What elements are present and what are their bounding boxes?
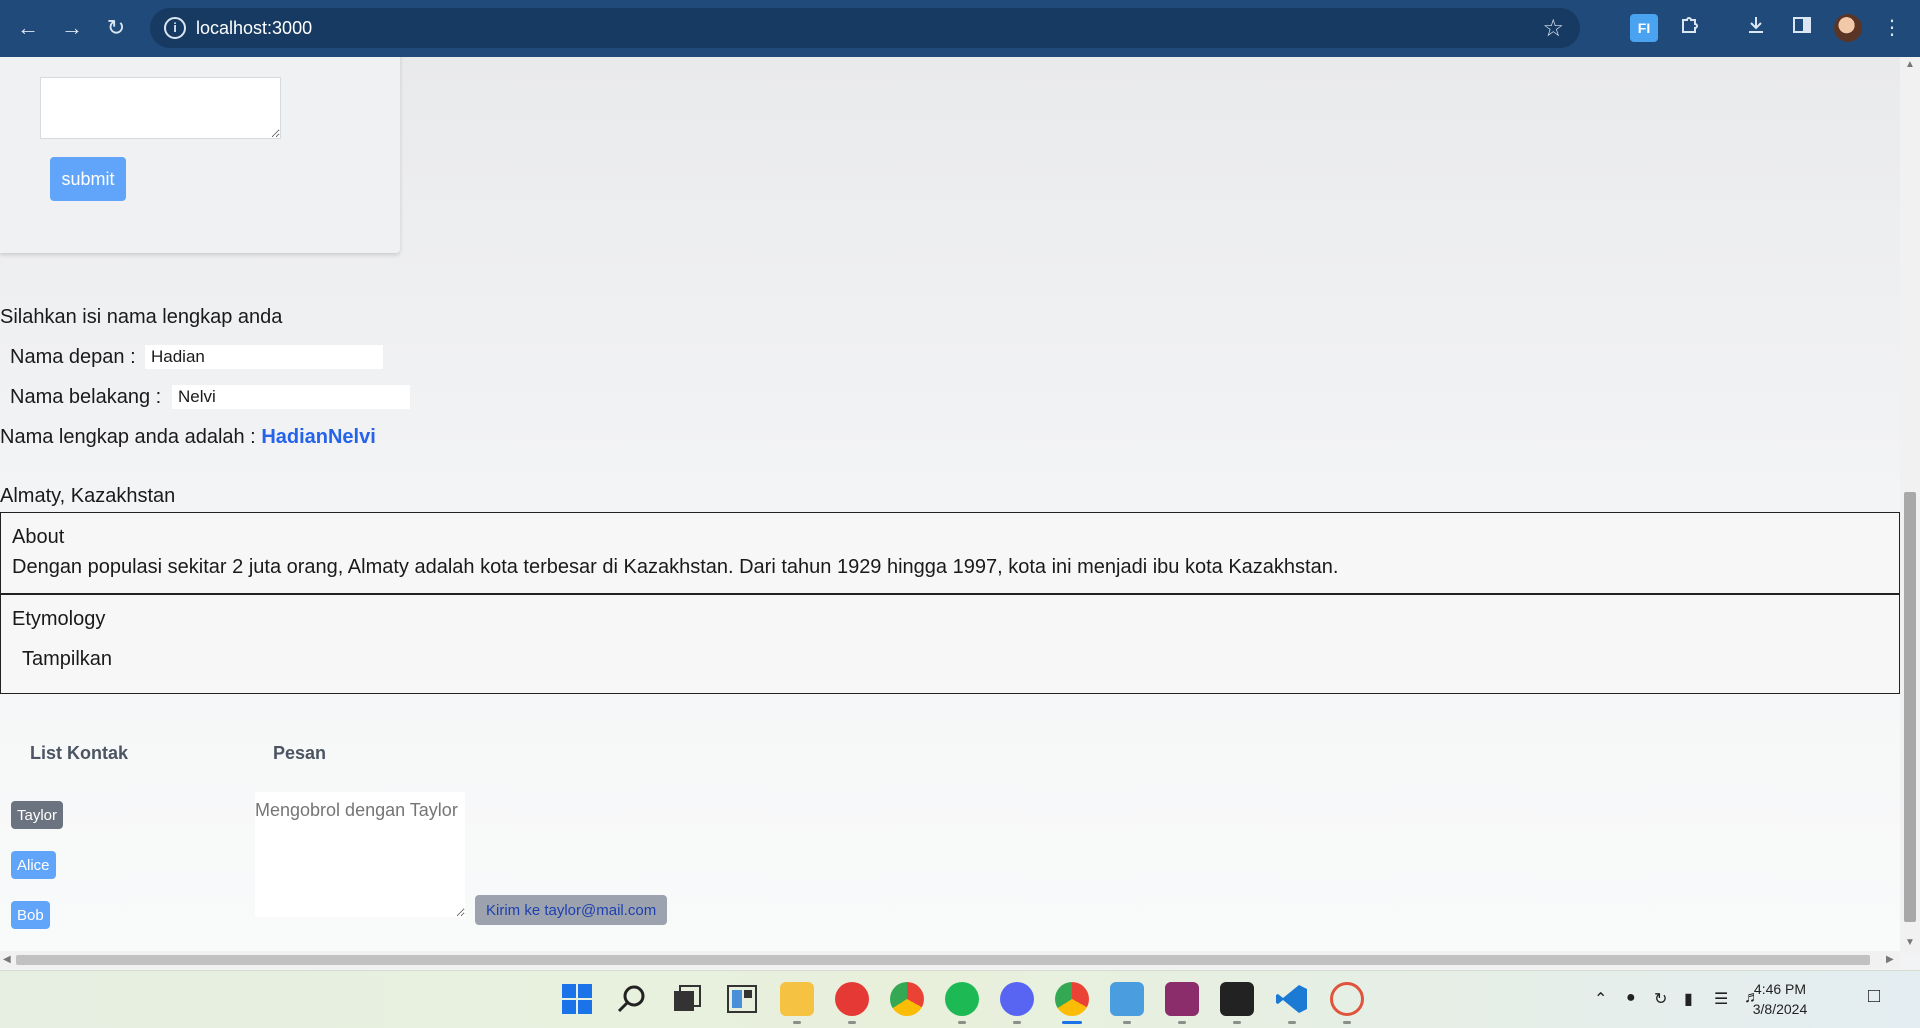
message-header: Pesan bbox=[273, 743, 327, 763]
info-icon[interactable]: i bbox=[164, 17, 186, 39]
scroll-left-icon[interactable]: ◀ bbox=[3, 954, 11, 965]
full-name-result: Nama lengkap anda adalah : HadianNelvi bbox=[0, 426, 376, 449]
contact-taylor-button[interactable]: Taylor bbox=[11, 801, 64, 829]
running-indicator bbox=[1233, 1021, 1241, 1024]
send-message-button[interactable]: Kirim ke taylor@mail.com bbox=[475, 895, 668, 925]
running-indicator bbox=[1178, 1021, 1186, 1024]
contact-alice-button[interactable]: Alice bbox=[11, 851, 56, 879]
address-bar[interactable]: i localhost:3000 ☆ bbox=[150, 8, 1580, 48]
download-icon[interactable] bbox=[1742, 14, 1770, 42]
browser-toolbar: ← → ↻ i localhost:3000 ☆ FI ⋮ bbox=[0, 0, 1920, 57]
windows-taskbar: ⌃ ● ↻ ▮ ☰ ♬ 4:46 PM 3/8/2024 □ bbox=[0, 970, 1920, 1028]
horizontal-scroll-thumb[interactable] bbox=[16, 955, 1870, 965]
side-panel-icon[interactable] bbox=[1788, 14, 1816, 42]
running-indicator bbox=[848, 1021, 856, 1024]
name-prompt: Silahkan isi nama lengkap anda bbox=[0, 306, 283, 328]
windows-start-icon[interactable] bbox=[560, 982, 594, 1016]
last-name-label: Nama belakang : bbox=[10, 386, 162, 408]
fi-extension-icon[interactable]: FI bbox=[1630, 14, 1658, 42]
chevron-up-icon[interactable]: ⌃ bbox=[1594, 989, 1607, 1009]
scroll-up-icon[interactable]: ▲ bbox=[1905, 59, 1915, 70]
puzzle-icon[interactable] bbox=[1676, 14, 1704, 42]
first-name-label: Nama depan : bbox=[10, 346, 136, 368]
snipping-tool-icon[interactable] bbox=[1330, 982, 1364, 1016]
vertical-scrollbar[interactable]: ▲ ▼ bbox=[1900, 57, 1920, 953]
about-text: Dengan populasi sekitar 2 juta orang, Al… bbox=[12, 556, 1339, 578]
form-card: submit bbox=[0, 57, 400, 253]
file-explorer-icon[interactable] bbox=[780, 982, 814, 1016]
show-button[interactable]: Tampilkan bbox=[22, 648, 112, 671]
sync-icon[interactable]: ↻ bbox=[1654, 989, 1667, 1009]
scroll-right-icon[interactable]: ▶ bbox=[1886, 954, 1894, 965]
running-indicator bbox=[1343, 1021, 1351, 1024]
notification-icon[interactable]: □ bbox=[1868, 985, 1880, 1008]
about-title: About bbox=[12, 526, 65, 548]
running-indicator bbox=[1288, 1021, 1296, 1024]
system-clock[interactable]: 4:46 PM 3/8/2024 bbox=[1730, 979, 1830, 1019]
etymology-title: Etymology bbox=[12, 608, 106, 630]
etymology-section: Etymology Tampilkan bbox=[0, 594, 1900, 694]
running-indicator bbox=[793, 1021, 801, 1024]
full-name-label: Nama lengkap anda adalah : bbox=[0, 426, 256, 448]
horizontal-scrollbar[interactable]: ◀ ▶ bbox=[0, 951, 1900, 969]
search-icon[interactable] bbox=[615, 982, 649, 1016]
forward-icon[interactable]: → bbox=[56, 12, 88, 44]
scroll-down-icon[interactable]: ▼ bbox=[1905, 937, 1915, 948]
running-indicator bbox=[958, 1021, 966, 1024]
submit-button[interactable]: submit bbox=[50, 157, 126, 201]
back-icon[interactable]: ← bbox=[12, 12, 44, 44]
contacts-header: List Kontak bbox=[30, 743, 129, 763]
terminal-icon[interactable] bbox=[1220, 982, 1254, 1016]
full-name-value: HadianNelvi bbox=[261, 426, 376, 448]
contact-bob-button[interactable]: Bob bbox=[11, 901, 50, 929]
star-icon[interactable]: ☆ bbox=[1542, 14, 1564, 43]
running-indicator bbox=[1123, 1021, 1131, 1024]
page-viewport: submit Silahkan isi nama lengkap anda Na… bbox=[0, 57, 1900, 953]
chat-message-input[interactable] bbox=[255, 792, 465, 917]
first-name-input[interactable] bbox=[145, 345, 383, 369]
clock-date: 3/8/2024 bbox=[1752, 1001, 1808, 1017]
about-section: About Dengan populasi sekitar 2 juta ora… bbox=[0, 512, 1900, 594]
vscode-icon[interactable] bbox=[1275, 982, 1309, 1016]
vertical-scroll-thumb[interactable] bbox=[1904, 492, 1916, 922]
running-indicator bbox=[1013, 1021, 1021, 1024]
wifi-icon[interactable]: ☰ bbox=[1714, 989, 1728, 1009]
clock-time: 4:46 PM bbox=[1753, 981, 1807, 997]
discord-icon[interactable] bbox=[1000, 982, 1034, 1016]
spotify-icon[interactable] bbox=[945, 982, 979, 1016]
wps-office-icon[interactable] bbox=[835, 982, 869, 1016]
city-title: Almaty, Kazakhstan bbox=[0, 485, 176, 507]
reload-icon[interactable]: ↻ bbox=[100, 12, 132, 44]
notepad-icon[interactable] bbox=[1110, 982, 1144, 1016]
message-textarea[interactable] bbox=[40, 77, 281, 139]
winrar-icon[interactable] bbox=[1165, 982, 1199, 1016]
chrome-icon[interactable] bbox=[890, 982, 924, 1016]
profile-avatar[interactable] bbox=[1834, 14, 1862, 42]
task-view-icon[interactable] bbox=[670, 982, 704, 1016]
microphone-icon[interactable]: ● bbox=[1626, 989, 1636, 1007]
last-name-input[interactable] bbox=[172, 385, 410, 409]
url-text[interactable]: localhost:3000 bbox=[196, 18, 312, 39]
widgets-icon[interactable] bbox=[725, 982, 759, 1016]
kebab-menu-icon[interactable]: ⋮ bbox=[1878, 14, 1906, 42]
chrome-profile-icon[interactable] bbox=[1055, 982, 1089, 1016]
battery-icon[interactable]: ▮ bbox=[1684, 989, 1693, 1009]
active-indicator bbox=[1062, 1021, 1082, 1024]
